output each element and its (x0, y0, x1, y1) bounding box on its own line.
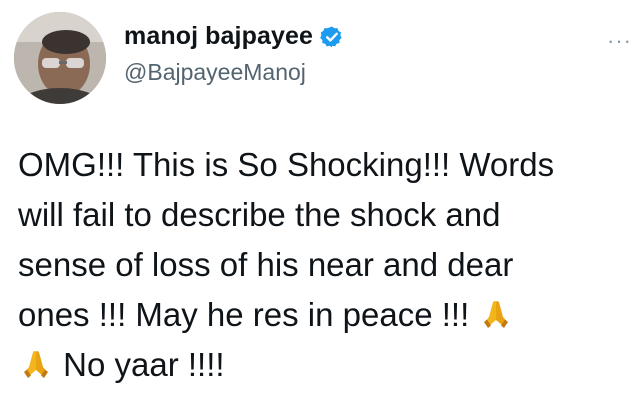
tweet-line-1: OMG!!! This is So Shocking!!! Words (18, 146, 555, 183)
tweet-card: manoj bajpayee @BajpayeeManoj ··· OMG!!!… (0, 0, 640, 412)
avatar[interactable] (14, 12, 106, 104)
tweet-text: OMG!!! This is So Shocking!!! Words will… (18, 140, 638, 390)
verified-badge-icon (320, 25, 344, 49)
tweet-line-5: No yaar !!!! (54, 346, 225, 383)
avatar-photo (14, 12, 106, 104)
tweet-line-2: will fail to describe the shock and (18, 196, 501, 233)
tweet-line-3: sense of loss of his near and dear (18, 246, 514, 283)
user-handle[interactable]: @BajpayeeManoj (124, 59, 344, 86)
display-name[interactable]: manoj bajpayee (124, 22, 313, 51)
tweet-line-4: ones !!! May he res in peace !!! (18, 296, 479, 333)
name-row: manoj bajpayee (124, 22, 344, 51)
folded-hands-icon (478, 295, 514, 331)
more-options-icon[interactable]: ··· (607, 30, 632, 52)
author-block: manoj bajpayee @BajpayeeManoj (124, 22, 344, 86)
folded-hands-icon (18, 345, 54, 381)
